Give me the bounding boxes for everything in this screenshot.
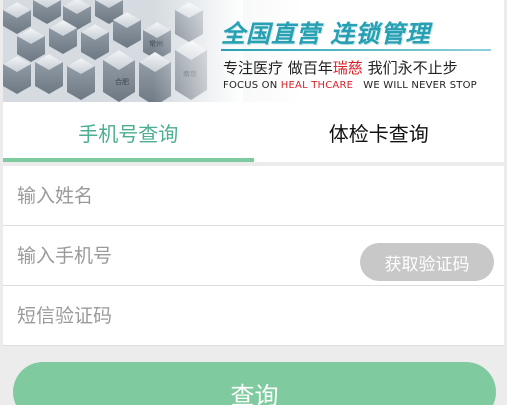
banner-subline-part-b: 我们永不止步 (362, 59, 458, 77)
banner-en-part-b: WE WILL NEVER STOP (353, 80, 477, 91)
query-tabs: 手机号查询 体检卡查询 (3, 102, 504, 162)
name-row (3, 166, 504, 226)
banner-en-part-a: FOCUS ON (223, 80, 281, 91)
banner-subline: 专注医疗 做百年瑞慈 我们永不止步 (223, 57, 458, 78)
code-row (3, 286, 504, 346)
cube-label-hefei: 合肥 (115, 77, 129, 86)
promo-banner: 合肥 常州 南京 全国直营 连锁管理 专注医疗 做百年瑞慈 我们永不止步 FOC… (3, 0, 504, 102)
sms-code-input[interactable] (17, 286, 347, 345)
city-cubes-illustration: 合肥 常州 南京 (3, 0, 243, 102)
banner-english-line: FOCUS ON HEAL THCARE WE WILL NEVER STOP (223, 80, 477, 91)
phone-input[interactable] (17, 226, 347, 285)
query-form: 获取验证码 (3, 166, 504, 346)
banner-subline-part-a: 专注医疗 做百年 (223, 59, 333, 77)
banner-en-highlight: HEAL THCARE (280, 80, 354, 91)
get-code-button[interactable]: 获取验证码 (360, 243, 494, 281)
submit-query-button[interactable]: 查询 (13, 362, 496, 405)
banner-headline: 全国直营 连锁管理 (221, 20, 431, 48)
tab-phone-query[interactable]: 手机号查询 (3, 102, 254, 162)
banner-brand-name: 瑞慈 (332, 59, 363, 77)
name-input[interactable] (17, 166, 347, 225)
tab-exam-card-query[interactable]: 体检卡查询 (254, 102, 505, 162)
app-frame: 合肥 常州 南京 全国直营 连锁管理 专注医疗 做百年瑞慈 我们永不止步 FOC… (3, 0, 504, 405)
banner-divider (221, 49, 491, 51)
